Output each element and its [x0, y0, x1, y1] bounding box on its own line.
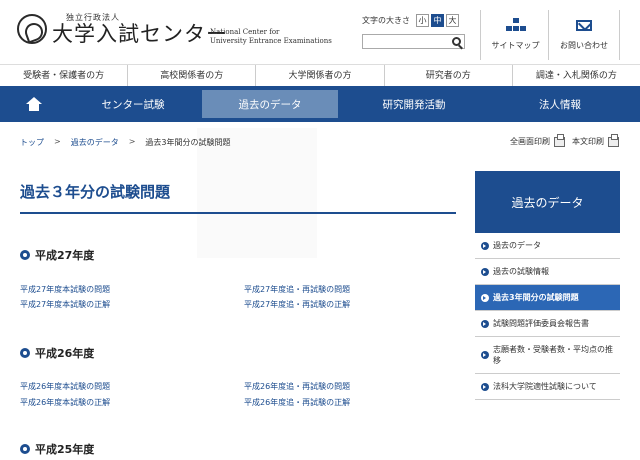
nav-corporate-info[interactable]: 法人情報 — [486, 86, 634, 122]
sidebar-menu: 過去のデータ 過去の試験情報 過去3年間分の試験問題 試験問題評価委員会報告書 … — [475, 233, 620, 400]
link-h26-main-answers[interactable]: 平成26年度本試験の正解 — [20, 397, 110, 408]
audience-item-high-schools[interactable]: 高校関係者の方 — [128, 65, 257, 86]
sidebar-item-evaluation-reports[interactable]: 試験問題評価委員会報告書 — [475, 311, 620, 337]
mail-icon — [576, 19, 592, 31]
link-h27-main-questions[interactable]: 平成27年度本試験の問題 — [20, 284, 110, 295]
nav-past-data[interactable]: 過去のデータ — [202, 90, 338, 118]
audience-item-universities[interactable]: 大学関係者の方 — [256, 65, 385, 86]
section-heading: 平成25年度 — [20, 441, 94, 457]
section-heading: 平成27年度 — [20, 247, 94, 263]
site-logo[interactable]: 独立行政法人 大学入試センター — [17, 12, 228, 45]
printer-icon — [608, 133, 619, 147]
link-h27-makeup-questions[interactable]: 平成27年度追・再試験の問題 — [244, 284, 350, 295]
org-name: 大学入試センター — [52, 22, 228, 46]
font-size-medium-button[interactable]: 中 — [431, 14, 444, 27]
bullet-icon — [20, 348, 30, 358]
audience-item-procurement[interactable]: 調達・入札関係の方 — [513, 65, 640, 86]
site-header: 独立行政法人 大学入試センター National Center for Univ… — [0, 0, 640, 62]
nav-research[interactable]: 研究開発活動 — [342, 86, 486, 122]
nav-center-exam[interactable]: センター試験 — [68, 86, 198, 122]
home-icon — [26, 97, 42, 111]
bullet-icon — [20, 444, 30, 454]
contact-label: お問い合わせ — [560, 41, 608, 50]
link-h26-makeup-answers[interactable]: 平成26年度追・再試験の正解 — [244, 397, 350, 408]
print-body-button[interactable]: 本文印刷 — [572, 133, 619, 147]
font-size-switcher: 文字の大きさ 小 中 大 — [362, 14, 461, 27]
bullet-icon — [20, 250, 30, 260]
audience-item-researchers[interactable]: 研究者の方 — [385, 65, 513, 86]
sitemap-icon — [505, 18, 526, 32]
font-size-label: 文字の大きさ — [362, 16, 410, 25]
logo-mark-icon — [17, 13, 47, 44]
sitemap-link[interactable]: サイトマップ — [480, 10, 550, 60]
search-input[interactable] — [363, 41, 447, 54]
sidebar-item-past-data[interactable]: 過去のデータ — [475, 233, 620, 259]
main-nav: センター試験 過去のデータ 研究開発活動 法人情報 — [0, 86, 640, 122]
breadcrumb: トップ > 過去のデータ > 過去3年間分の試験問題 — [20, 137, 231, 148]
font-size-large-button[interactable]: 大 — [446, 14, 459, 27]
link-h27-main-answers[interactable]: 平成27年度本試験の正解 — [20, 299, 110, 310]
sitemap-label: サイトマップ — [491, 41, 540, 50]
home-button[interactable] — [0, 86, 68, 122]
title-divider — [20, 212, 456, 214]
org-english-name: National Center for University Entrance … — [210, 28, 332, 45]
printer-icon — [554, 133, 565, 147]
sidebar-item-past-exam-info[interactable]: 過去の試験情報 — [475, 259, 620, 285]
breadcrumb-top[interactable]: トップ — [20, 137, 44, 148]
breadcrumb-current: 過去3年間分の試験問題 — [145, 138, 231, 147]
link-h26-main-questions[interactable]: 平成26年度本試験の問題 — [20, 381, 110, 392]
audience-item-examinees[interactable]: 受験者・保護者の方 — [0, 65, 129, 86]
section-heading: 平成26年度 — [20, 345, 94, 361]
page-title: 過去３年分の試験問題 — [20, 183, 171, 201]
sidebar-item-law-school-test[interactable]: 法科大学院適性試験について — [475, 374, 620, 400]
print-full-button[interactable]: 全画面印刷 — [510, 133, 565, 147]
sidebar-item-applicant-stats[interactable]: 志願者数・受験者数・平均点の推移 — [475, 337, 620, 374]
link-h26-makeup-questions[interactable]: 平成26年度追・再試験の問題 — [244, 381, 350, 392]
audience-nav: 受験者・保護者の方 高校関係者の方 大学関係者の方 研究者の方 調達・入札関係の… — [0, 64, 640, 86]
link-h27-makeup-answers[interactable]: 平成27年度追・再試験の正解 — [244, 299, 350, 310]
sidebar-item-past-3-years[interactable]: 過去3年間分の試験問題 — [475, 285, 620, 311]
breadcrumb-past-data[interactable]: 過去のデータ — [71, 137, 119, 148]
search-box — [362, 34, 465, 54]
search-icon[interactable] — [452, 37, 461, 46]
sidebar-title: 過去のデータ — [475, 171, 620, 233]
font-size-small-button[interactable]: 小 — [416, 14, 429, 27]
contact-link[interactable]: お問い合わせ — [548, 10, 620, 60]
